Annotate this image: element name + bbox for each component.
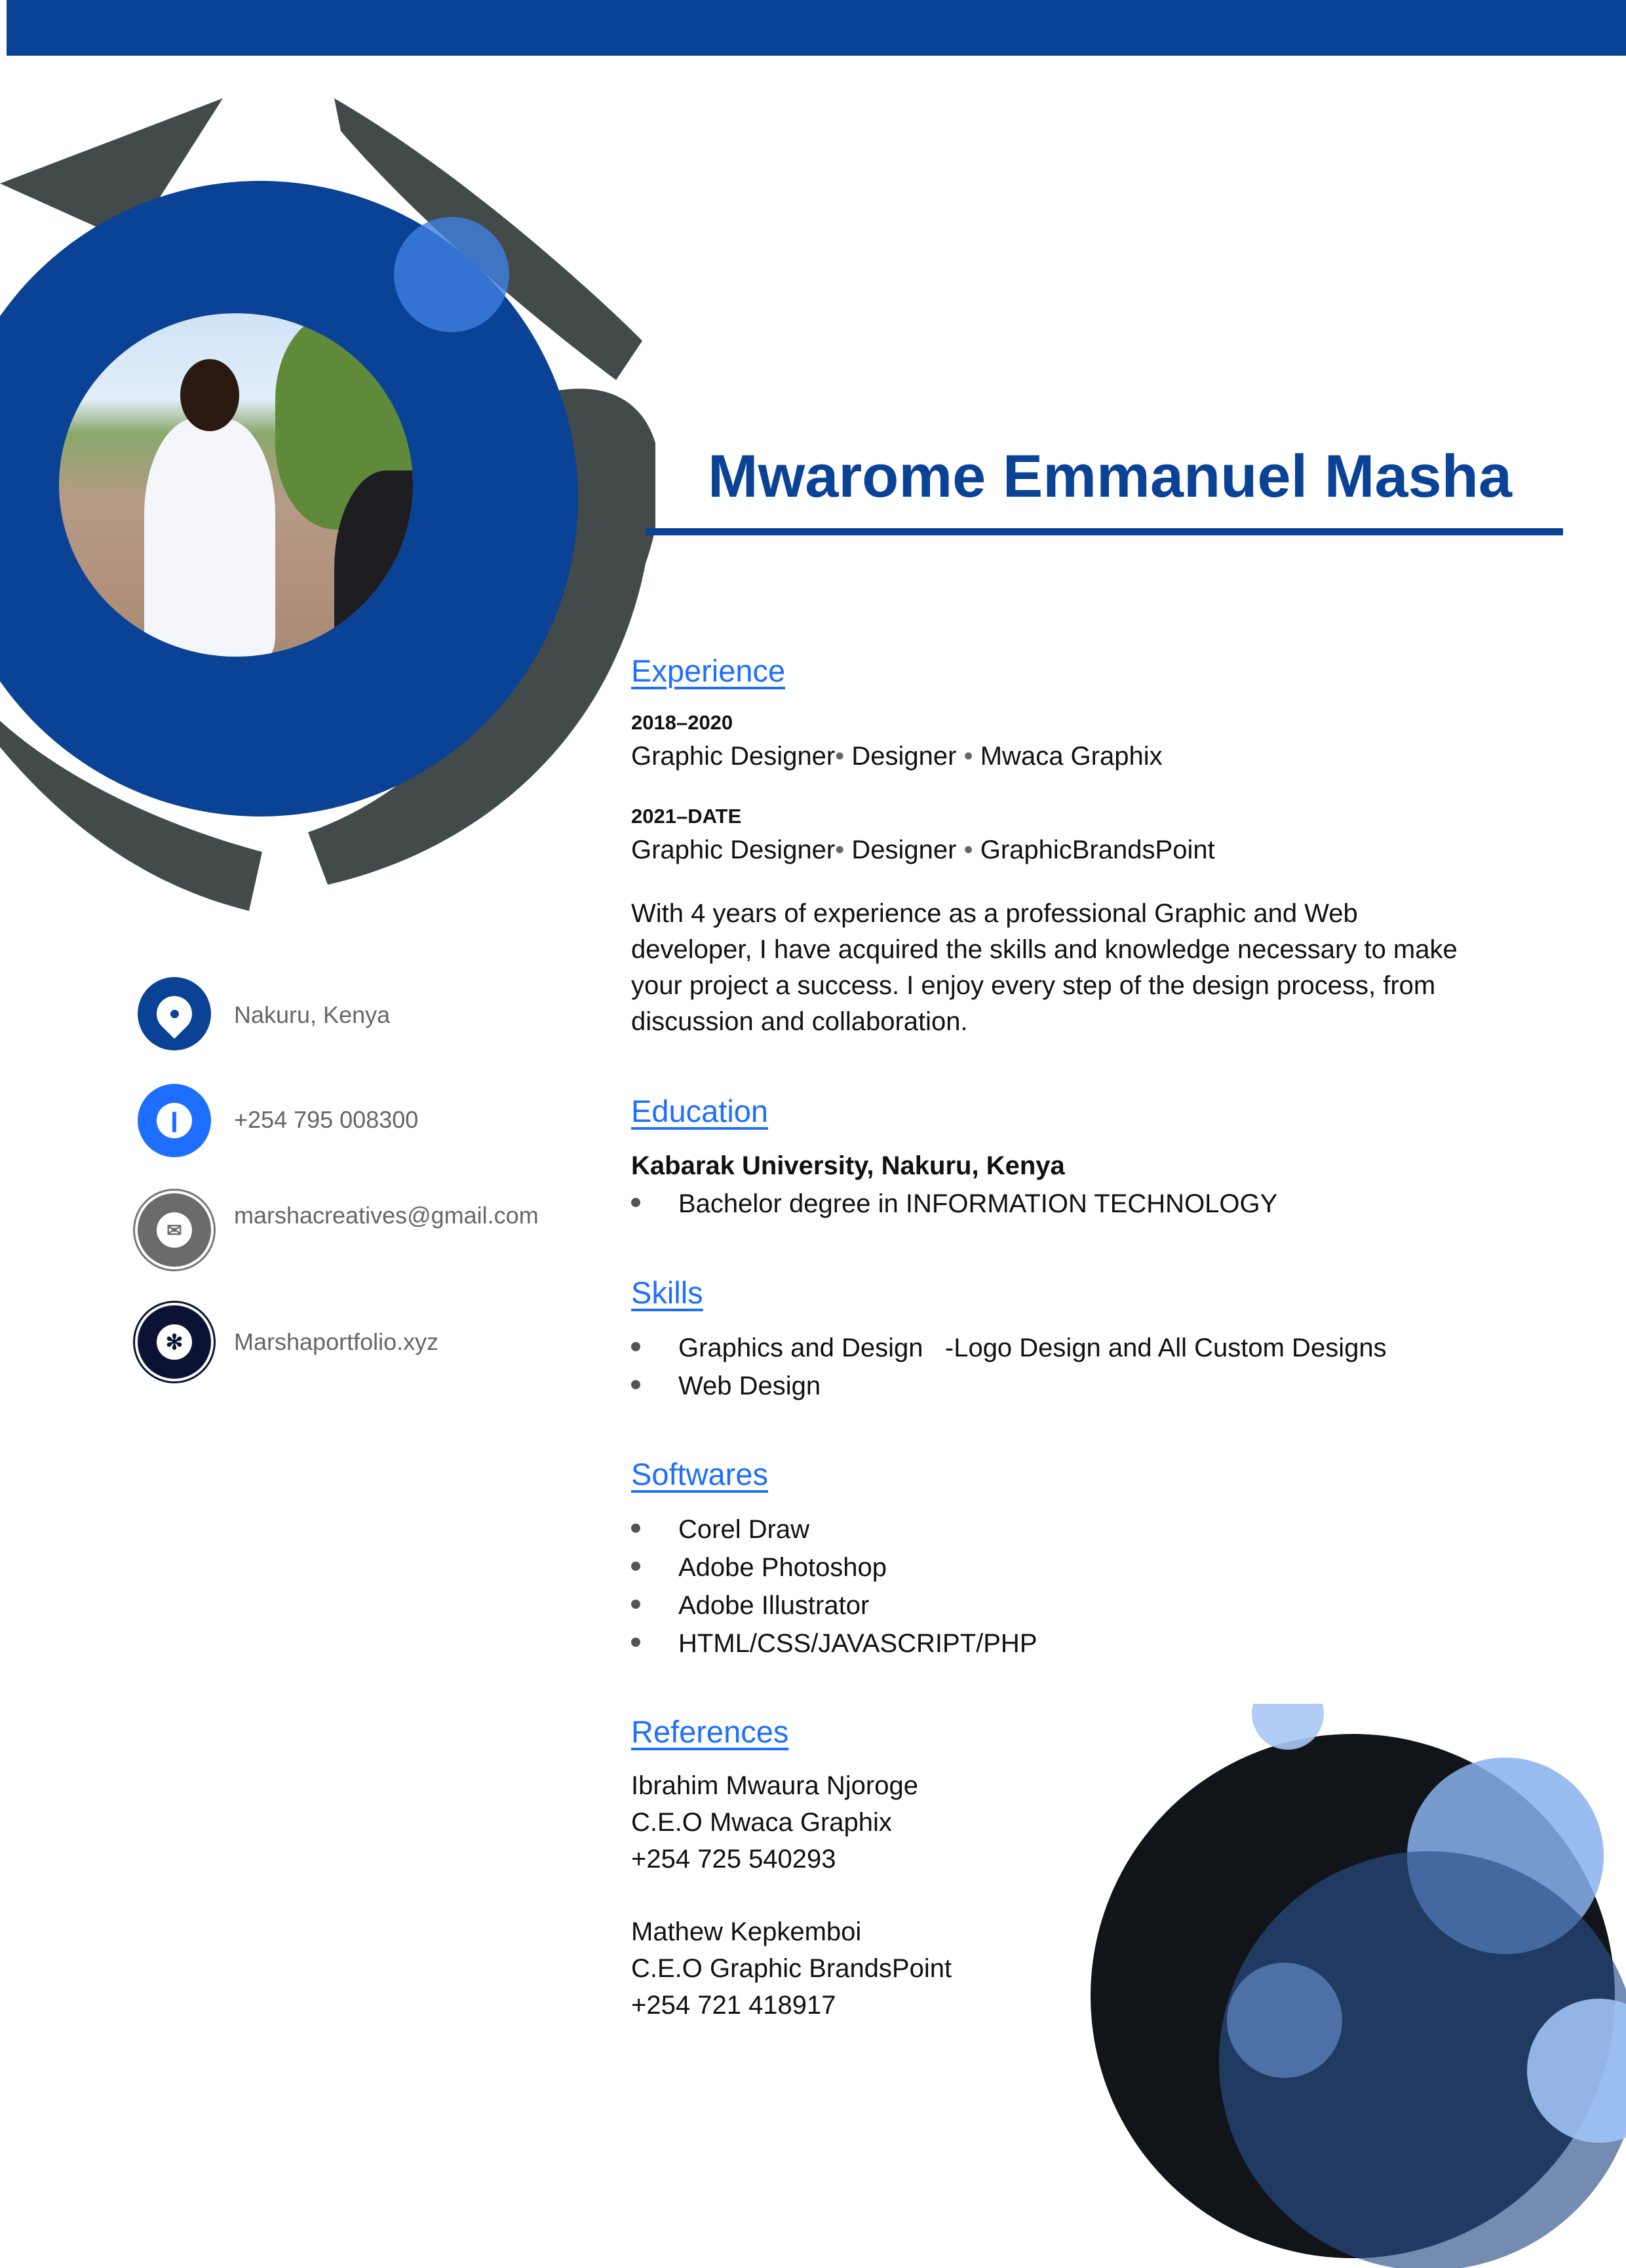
summary-line: discussion and collaboration. (631, 1007, 968, 1036)
separator: • (963, 742, 973, 771)
web-icon: ✻ (138, 1305, 211, 1379)
skill-text: Graphics and Design -Logo Design and All… (678, 1334, 1387, 1362)
bullet (631, 1380, 640, 1390)
bullet (631, 1638, 640, 1647)
software-text: Corel Draw (678, 1515, 810, 1544)
skills-heading: Skills (631, 1275, 703, 1310)
top-banner (7, 0, 1626, 56)
decorative-circles-bottom (1091, 1704, 1626, 2268)
summary-line: With 4 years of experience as a professi… (631, 899, 1358, 928)
skill-item: Web Design (631, 1372, 821, 1401)
separator: • (835, 742, 845, 771)
email-icon: ✉ (138, 1193, 211, 1267)
bullet (631, 1562, 640, 1571)
softwares-heading: Softwares (631, 1457, 768, 1491)
experience-heading: Experience (631, 653, 786, 688)
reference-name: Mathew Kepkemboi (631, 1917, 862, 1946)
skill-text: Web Design (678, 1372, 821, 1400)
software-item: Corel Draw (631, 1515, 809, 1545)
software-text: HTML/CSS/JAVASCRIPT/PHP (678, 1629, 1037, 1658)
bullet (631, 1198, 640, 1208)
reference-phone: +254 721 418917 (631, 1991, 836, 2020)
reference-title: C.E.O Mwaca Graphix (631, 1808, 892, 1837)
phone-icon: ❙ (138, 1084, 211, 1157)
skill-item: Graphics and Design -Logo Design and All… (631, 1334, 1387, 1363)
contact-phone[interactable]: +254 795 008300 (234, 1106, 418, 1134)
job-dates: 2018–2020 (631, 711, 733, 734)
reference-phone: +254 725 540293 (631, 1845, 836, 1874)
separator: • (963, 836, 973, 864)
education-item: Bachelor degree in INFORMATION TECHNOLOG… (631, 1189, 1277, 1219)
profile-photo (59, 313, 413, 657)
bullet (631, 1342, 640, 1352)
software-item: Adobe Photoshop (631, 1553, 887, 1583)
job-dates: 2021–DATE (631, 805, 742, 828)
contact-website[interactable]: Marshaportfolio.xyz (234, 1328, 438, 1356)
summary-line: developer, I have acquired the skills an… (631, 935, 1458, 964)
job-line: Graphic Designer• Designer • GraphicBran… (631, 836, 1215, 865)
education-heading: Education (631, 1094, 769, 1128)
person (144, 418, 275, 657)
software-item: HTML/CSS/JAVASCRIPT/PHP (631, 1629, 1037, 1659)
contact-location: Nakuru, Kenya (234, 1001, 391, 1028)
software-text: Adobe Photoshop (678, 1553, 887, 1582)
job-role: Graphic Designer (631, 742, 836, 771)
reference-title: C.E.O Graphic BrandsPoint (631, 1954, 952, 1983)
name-underline (646, 528, 1563, 535)
candidate-name: Mwarome Emmanuel Masha (708, 443, 1513, 510)
job-line: Graphic Designer• Designer • Mwaca Graph… (631, 742, 1163, 771)
school-name: Kabarak University, Nakuru, Kenya (631, 1151, 1065, 1180)
job-title: Designer (851, 742, 957, 771)
light-blue-dot (394, 217, 509, 332)
separator: • (835, 836, 845, 864)
education-item-text: Bachelor degree in INFORMATION TECHNOLOG… (678, 1189, 1278, 1218)
bullet (631, 1600, 640, 1609)
software-item: Adobe Illustrator (631, 1591, 869, 1621)
job-company: GraphicBrandsPoint (980, 836, 1215, 864)
reference-name: Ibrahim Mwaura Njoroge (631, 1771, 918, 1800)
summary-line: your project a success. I enjoy every st… (631, 971, 1436, 1000)
job-company: Mwaca Graphix (980, 742, 1163, 771)
contact-email[interactable]: marshacreatives@gmail.com (234, 1202, 539, 1229)
software-text: Adobe Illustrator (678, 1591, 870, 1620)
job-role: Graphic Designer (631, 836, 836, 864)
person-head (180, 359, 239, 431)
job-title: Designer (851, 836, 957, 864)
references-heading: References (631, 1714, 789, 1749)
bullet (631, 1524, 640, 1533)
location-pin-icon: ● (138, 977, 211, 1050)
